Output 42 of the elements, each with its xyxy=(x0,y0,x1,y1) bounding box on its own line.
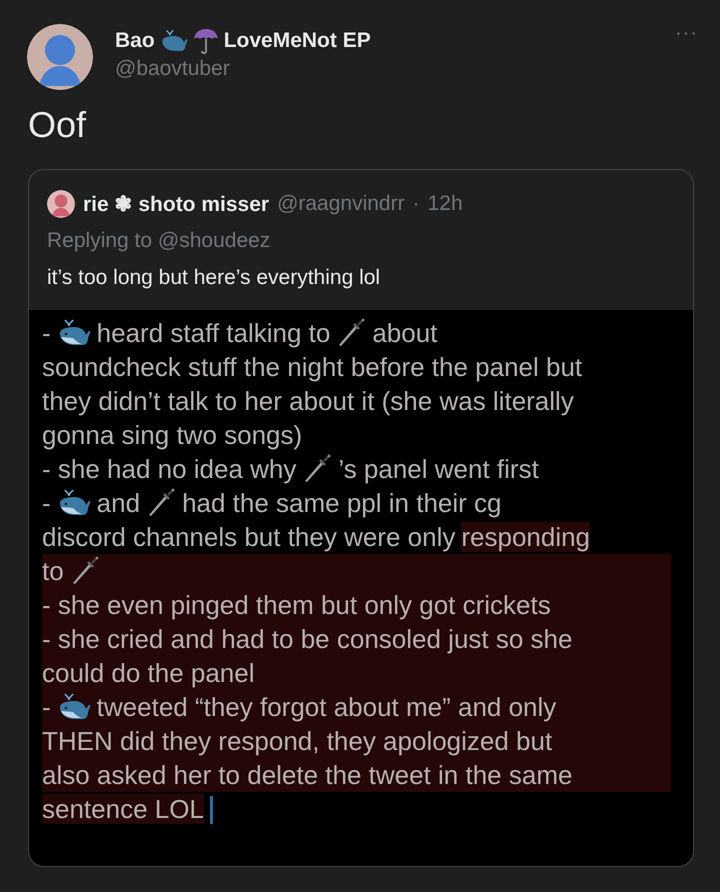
note-text: about xyxy=(372,318,438,348)
more-options[interactable]: ··· xyxy=(675,22,698,45)
note-text: ’s panel went first xyxy=(338,454,539,484)
note-text: THEN did they respond, they apologized but xyxy=(42,726,552,756)
dagger-icon xyxy=(146,487,176,517)
note-text: - xyxy=(42,692,51,722)
note-text: - xyxy=(42,488,51,518)
separator: · xyxy=(412,192,420,216)
avatar xyxy=(47,190,75,218)
note-text: - she even pinged them but only got crickets xyxy=(42,590,551,620)
replying-label: Replying to xyxy=(47,229,152,252)
display-name-suffix: LoveMeNot EP xyxy=(224,29,371,53)
quoted-handle: @raagnvindrr xyxy=(277,192,405,216)
note-text: discord channels but they were only xyxy=(42,522,456,552)
note-text: - xyxy=(42,318,51,348)
note-text: also asked her to delete the tweet in the same xyxy=(42,760,572,790)
umbrella-icon xyxy=(192,27,219,55)
note-text: they didn’t talk to her about it (she was literally xyxy=(42,386,574,416)
quote-card[interactable] xyxy=(28,169,694,867)
note-text: soundcheck stuff the night before the panel but xyxy=(42,352,582,382)
note-text: responding xyxy=(461,522,590,552)
note-text: - she cried and had to be consoled just so she xyxy=(42,624,572,654)
note-text: to xyxy=(42,556,64,586)
display-name: Bao xyxy=(115,29,155,53)
dagger-icon xyxy=(302,453,332,483)
note-text: gonna sing two songs) xyxy=(42,420,302,450)
timestamp: 12h xyxy=(428,192,463,216)
reply-handle-link[interactable]: @shoudeez xyxy=(158,229,270,252)
tweet-text: Oof xyxy=(28,103,88,147)
quoted-text: it’s too long but here’s everything lol xyxy=(46,265,382,290)
dagger-icon xyxy=(336,317,366,347)
note-text: heard staff talking to xyxy=(96,318,330,348)
quoted-name: rie ❃ shoto misser xyxy=(83,192,270,216)
whale-icon xyxy=(160,29,188,53)
note-text: had the same ppl in their cg xyxy=(182,488,502,518)
user-handle: @baovtuber xyxy=(115,57,231,81)
note-text: sentence LOL xyxy=(42,794,204,824)
note-text: could do the panel xyxy=(42,658,255,688)
avatar xyxy=(27,24,93,90)
note-text: tweeted “they forgot about me” and only xyxy=(96,692,556,722)
note-text: - she had no idea why xyxy=(42,454,296,484)
note-text: and xyxy=(96,488,140,518)
